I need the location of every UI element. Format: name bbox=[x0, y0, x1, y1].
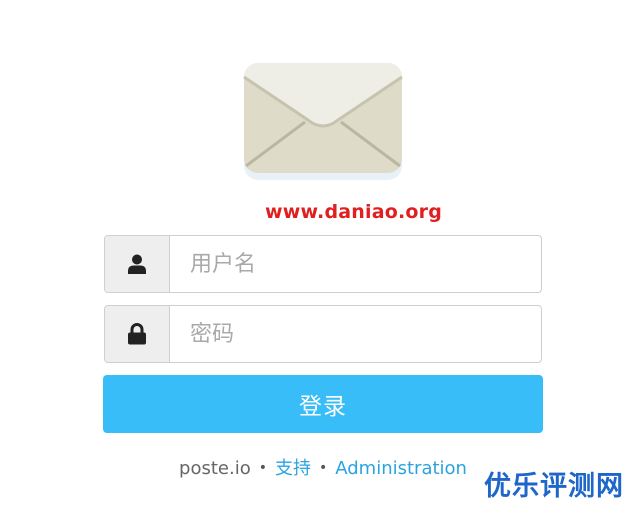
login-button[interactable]: 登录 bbox=[103, 375, 543, 433]
footer-separator: • bbox=[258, 460, 267, 476]
password-addon bbox=[105, 306, 170, 362]
password-group bbox=[104, 305, 542, 363]
lock-icon bbox=[127, 323, 147, 345]
footer-separator: • bbox=[318, 460, 328, 476]
username-group bbox=[104, 235, 542, 293]
username-addon bbox=[105, 236, 170, 292]
watermark-site-name: 优乐评测网 bbox=[484, 471, 624, 502]
support-link[interactable]: 支持 bbox=[275, 458, 311, 479]
password-input[interactable] bbox=[170, 306, 541, 362]
administration-link[interactable]: Administration bbox=[335, 458, 467, 479]
footer-brand: poste.io bbox=[179, 458, 251, 479]
username-input[interactable] bbox=[170, 236, 541, 292]
envelope-icon bbox=[243, 62, 403, 182]
user-icon bbox=[128, 254, 146, 274]
watermark-url: www.daniao.org bbox=[265, 201, 443, 223]
login-page: www.daniao.org 登录 poste.io•支持•Adminis bbox=[0, 0, 636, 509]
